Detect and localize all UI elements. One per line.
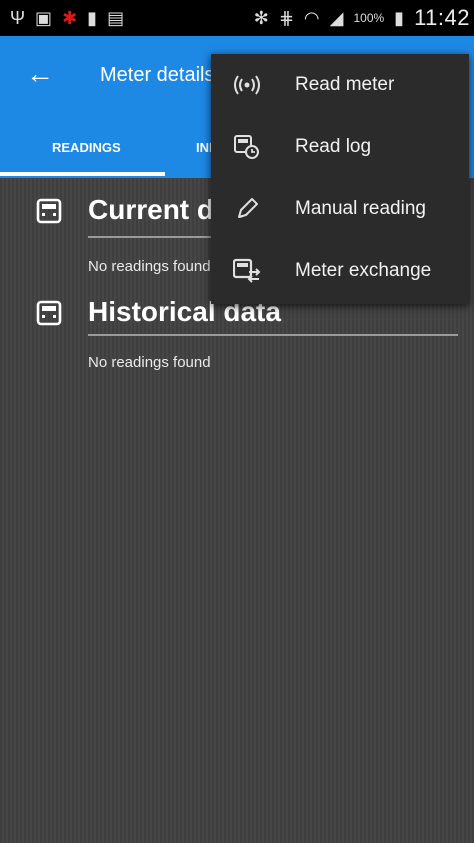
menu-item-label: Meter exchange — [295, 260, 432, 281]
empty-state-text: No readings found — [88, 354, 211, 371]
usb-icon: Ψ — [10, 8, 26, 28]
signal-icon: ◢ — [329, 8, 344, 28]
section-divider — [88, 334, 458, 336]
status-bar-left: Ψ ▣ ✱ ▮ ▤ — [10, 9, 124, 27]
image-icon: ▣ — [35, 8, 53, 28]
status-bar-right: ✻ ⋕ ◠ ◢ 100% ▮ 11:42 — [254, 5, 470, 31]
meter-icon — [36, 300, 62, 326]
meter-exchange-icon — [233, 258, 261, 283]
empty-state-text: No readings found — [88, 258, 211, 275]
tab-indicator — [0, 172, 165, 176]
menu-item-manual-reading[interactable]: Manual reading — [211, 178, 469, 240]
missed-notification-icon: ✱ — [62, 8, 78, 28]
log-clock-icon — [234, 135, 259, 159]
overflow-menu: Read meter Read log Manual reading Meter… — [211, 54, 469, 304]
battery-charging-icon: ▮ — [87, 8, 98, 28]
menu-item-label: Read log — [295, 136, 372, 157]
mute-icon: ⋕ — [278, 8, 294, 28]
document-icon: ▤ — [107, 8, 125, 28]
battery-percent: 100% — [353, 11, 385, 25]
pencil-icon — [238, 198, 258, 218]
menu-item-label: Read meter — [295, 74, 395, 95]
battery-icon: ▮ — [394, 8, 405, 28]
clock: 11:42 — [414, 5, 470, 30]
menu-item-label: Manual reading — [295, 198, 426, 219]
wifi-icon: ◠ — [303, 8, 320, 28]
status-bar: Ψ ▣ ✱ ▮ ▤ ✻ ⋕ ◠ ◢ 100% ▮ 11:42 — [0, 0, 474, 36]
tab-readings[interactable]: READINGS — [52, 140, 121, 155]
back-arrow-icon[interactable]: ← — [26, 58, 54, 90]
menu-item-read-meter[interactable]: Read meter — [211, 54, 469, 116]
meter-icon — [36, 198, 62, 224]
menu-item-meter-exchange[interactable]: Meter exchange — [211, 240, 469, 302]
menu-item-read-log[interactable]: Read log — [211, 116, 469, 178]
page-title: Meter details — [100, 64, 215, 86]
radio-waves-icon — [234, 75, 260, 95]
bluetooth-icon: ✻ — [253, 8, 269, 28]
